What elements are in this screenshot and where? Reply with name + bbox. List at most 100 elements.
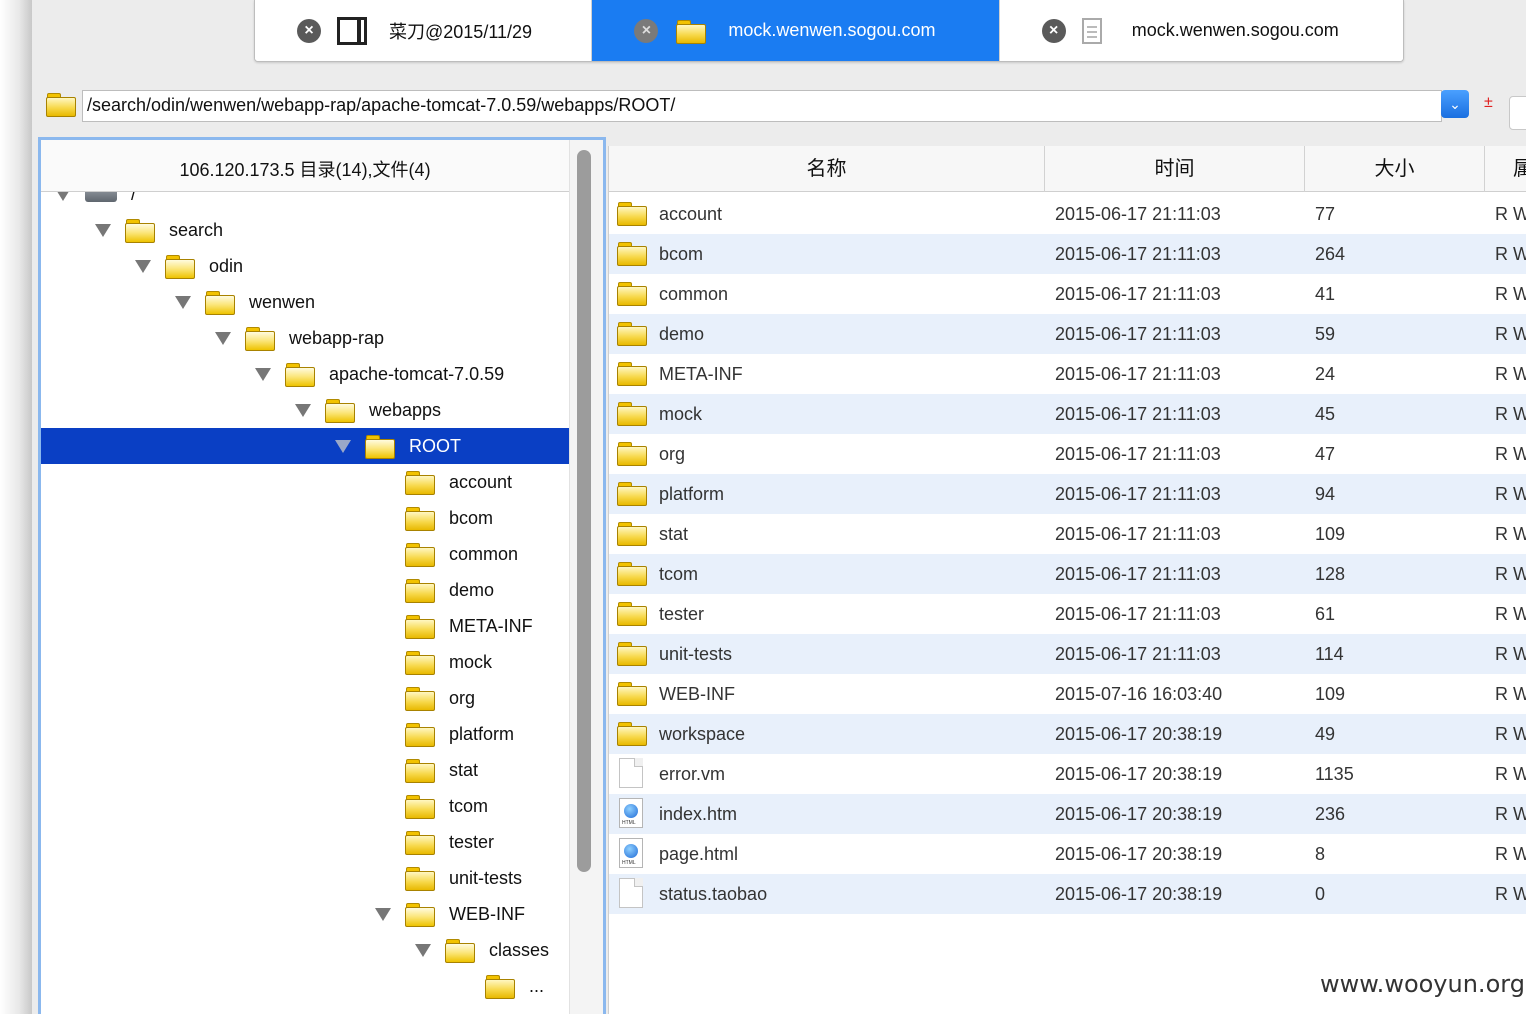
tree-item[interactable]: apache-tomcat-7.0.59 <box>41 356 569 392</box>
tree-item[interactable]: stat <box>41 752 569 788</box>
file-permission: R W <box>1495 524 1526 544</box>
expand-triangle-icon[interactable] <box>55 192 71 201</box>
file-row[interactable]: common 2015-06-17 21:11:03 41 R W <box>609 274 1526 314</box>
tree-scrollbar[interactable] <box>569 140 603 1014</box>
tree-item[interactable]: META-INF <box>41 608 569 644</box>
tab-document[interactable]: × mock.wenwen.sogou.com <box>999 0 1403 61</box>
close-icon[interactable]: × <box>297 18 321 43</box>
close-icon[interactable]: × <box>634 18 659 43</box>
file-row[interactable]: bcom 2015-06-17 21:11:03 264 R W <box>609 234 1526 274</box>
expand-triangle-icon[interactable] <box>295 403 311 417</box>
tree-item[interactable]: tcom <box>41 788 569 824</box>
tree-item[interactable]: search <box>41 212 569 248</box>
folder-icon <box>617 441 647 467</box>
tree-item[interactable]: tester <box>41 824 569 860</box>
file-size: 1135 <box>1315 764 1354 784</box>
tree-item[interactable]: classes <box>41 932 569 968</box>
tree-item[interactable]: wenwen <box>41 284 569 320</box>
file-row[interactable]: META-INF 2015-06-17 21:11:03 24 R W <box>609 354 1526 394</box>
folder-icon <box>405 686 435 711</box>
file-size: 114 <box>1315 644 1344 664</box>
expand-triangle-icon[interactable] <box>95 223 111 237</box>
folder-icon <box>676 19 707 44</box>
file-size: 109 <box>1315 524 1346 544</box>
expand-triangle-icon[interactable] <box>375 907 391 921</box>
tab-label: mock.wenwen.sogou.com <box>1131 20 1339 40</box>
tree-item[interactable]: webapps <box>41 392 569 428</box>
document-icon <box>1081 17 1102 44</box>
tree-item[interactable]: ... <box>41 968 569 1004</box>
tree-item[interactable]: unit-tests <box>41 860 569 896</box>
expand-triangle-icon[interactable] <box>255 367 271 381</box>
tree-item[interactable]: webapp-rap <box>41 320 569 356</box>
file-time: 2015-06-17 20:38:19 <box>1055 804 1223 824</box>
window-shadow <box>0 0 32 1014</box>
path-input[interactable]: /search/odin/wenwen/webapp-rap/apache-to… <box>82 90 1442 122</box>
tree-item[interactable]: odin <box>41 248 569 284</box>
tab-label: mock.wenwen.sogou.com <box>728 20 936 40</box>
file-time: 2015-07-16 16:03:40 <box>1055 684 1223 704</box>
tree-item[interactable]: WEB-INF <box>41 896 569 932</box>
folder-icon <box>405 470 435 495</box>
file-row[interactable]: demo 2015-06-17 21:11:03 59 R W <box>609 314 1526 354</box>
file-name: index.htm <box>659 804 738 824</box>
file-name: page.html <box>659 844 739 864</box>
plus-minus-icon[interactable]: ± <box>1484 94 1493 112</box>
extra-input[interactable] <box>1509 96 1526 130</box>
tree-item[interactable]: mock <box>41 644 569 680</box>
file-name: org <box>659 444 686 464</box>
column-size[interactable]: 大小 <box>1305 146 1485 192</box>
tree-item[interactable]: org <box>41 680 569 716</box>
folder-icon <box>405 902 435 927</box>
expand-triangle-icon[interactable] <box>335 439 351 453</box>
tree-item-label: ROOT <box>409 435 461 456</box>
file-time: 2015-06-17 21:11:03 <box>1055 444 1221 464</box>
file-row[interactable]: stat 2015-06-17 21:11:03 109 R W <box>609 514 1526 554</box>
folder-icon <box>405 542 435 567</box>
tree-item-label: org <box>449 687 476 708</box>
file-row[interactable]: workspace 2015-06-17 20:38:19 49 R W <box>609 714 1526 754</box>
expand-triangle-icon[interactable] <box>215 331 231 345</box>
tree-item-label: bcom <box>449 507 494 528</box>
tree-header: 106.120.173.5 目录(14),文件(4) <box>41 140 569 192</box>
file-row[interactable]: status.taobao 2015-06-17 20:38:19 0 R W <box>609 874 1526 914</box>
file-size: 128 <box>1315 564 1346 584</box>
file-row[interactable]: error.vm 2015-06-17 20:38:19 1135 R W <box>609 754 1526 794</box>
folder-icon <box>125 218 155 243</box>
file-row[interactable]: tester 2015-06-17 21:11:03 61 R W <box>609 594 1526 634</box>
file-row[interactable]: account 2015-06-17 21:11:03 77 R W <box>609 194 1526 234</box>
tree-item[interactable]: account <box>41 464 569 500</box>
expand-triangle-icon[interactable] <box>415 943 431 957</box>
file-permission: R W <box>1495 884 1526 904</box>
column-attr[interactable]: 属 <box>1485 146 1526 192</box>
tree-item[interactable]: common <box>41 536 569 572</box>
close-icon[interactable]: × <box>1041 18 1066 43</box>
file-permission: R W <box>1495 724 1526 744</box>
file-row[interactable]: platform 2015-06-17 21:11:03 94 R W <box>609 474 1526 514</box>
expand-triangle-icon[interactable] <box>175 295 191 309</box>
tab-caidao[interactable]: × 菜刀@2015/11/29 <box>255 0 593 61</box>
folder-icon <box>617 281 647 307</box>
file-row[interactable]: tcom 2015-06-17 21:11:03 128 R W <box>609 554 1526 594</box>
folder-icon <box>445 938 475 963</box>
scrollbar-thumb[interactable] <box>577 150 591 872</box>
tree-item[interactable]: platform <box>41 716 569 752</box>
tree-item[interactable]: demo <box>41 572 569 608</box>
column-time[interactable]: 时间 <box>1045 146 1305 192</box>
chevron-down-icon[interactable]: ⌄ <box>1441 90 1469 118</box>
file-row[interactable]: mock 2015-06-17 21:11:03 45 R W <box>609 394 1526 434</box>
file-row[interactable]: org 2015-06-17 21:11:03 47 R W <box>609 434 1526 474</box>
folder-icon <box>617 401 647 427</box>
file-row[interactable]: HTML index.htm 2015-06-17 20:38:19 236 R W <box>609 794 1526 834</box>
file-size: 41 <box>1315 284 1336 304</box>
file-row[interactable]: WEB-INF 2015-07-16 16:03:40 109 R W <box>609 674 1526 714</box>
file-row[interactable]: unit-tests 2015-06-17 21:11:03 114 R W <box>609 634 1526 674</box>
expand-triangle-icon[interactable] <box>135 259 151 273</box>
file-row[interactable]: HTML page.html 2015-06-17 20:38:19 8 R W <box>609 834 1526 874</box>
column-name[interactable]: 名称 <box>609 146 1045 192</box>
tree-item[interactable]: / <box>41 192 569 212</box>
tree-item-label: platform <box>449 723 515 744</box>
tree-item[interactable]: bcom <box>41 500 569 536</box>
tree-item[interactable]: ROOT <box>41 428 569 464</box>
tab-file-manager[interactable]: × mock.wenwen.sogou.com <box>592 0 1000 61</box>
